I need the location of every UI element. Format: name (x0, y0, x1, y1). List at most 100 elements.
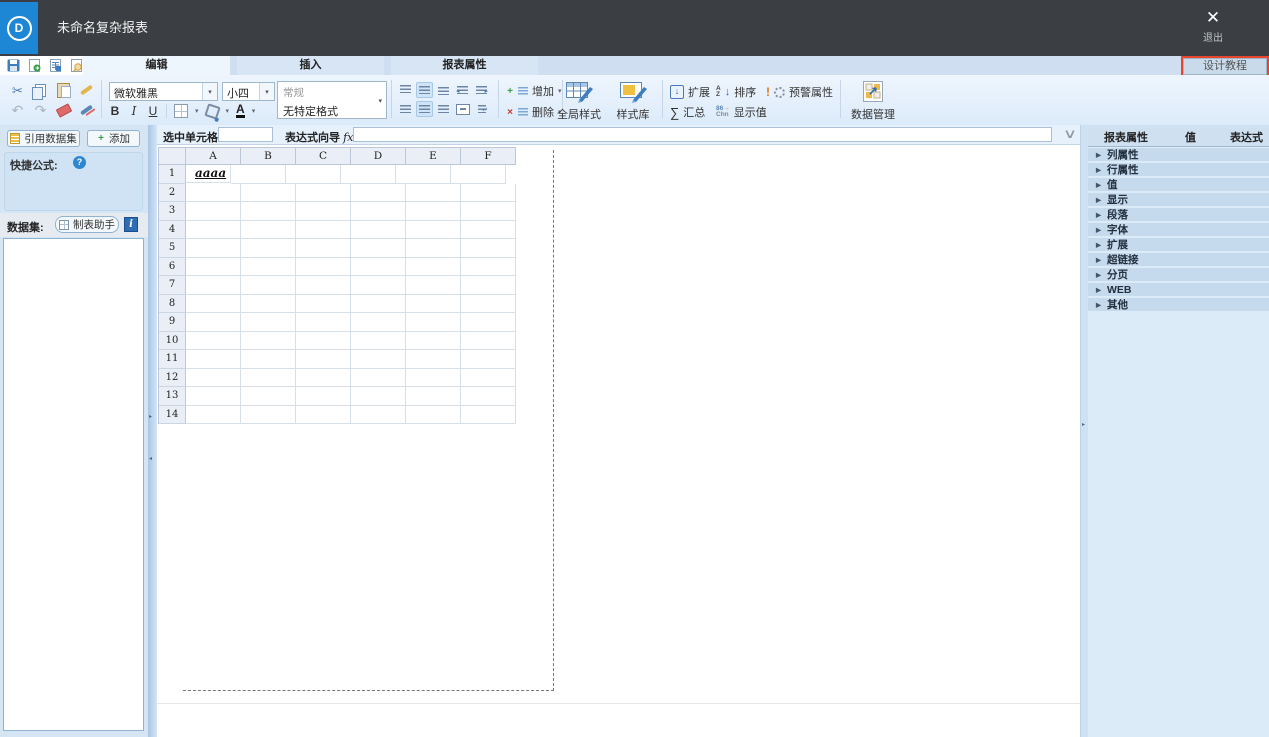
grid-cell-D14[interactable] (351, 406, 406, 425)
grid-cell-B2[interactable] (241, 184, 296, 203)
grid-row-header-7[interactable]: 7 (159, 276, 186, 295)
grid-cell-C3[interactable] (296, 202, 351, 221)
fx-icon[interactable]: fx (343, 131, 353, 144)
grid-cell-F2[interactable] (461, 184, 516, 203)
grid-cell-C5[interactable] (296, 239, 351, 258)
align-left-button[interactable] (397, 101, 414, 117)
grid-cell-F1[interactable] (451, 165, 506, 184)
grid-cell-B3[interactable] (241, 202, 296, 221)
collapse-left-arrow-icon[interactable]: ▸ (149, 413, 152, 420)
redo-icon[interactable]: ↷ (35, 103, 47, 117)
export-excel-icon[interactable] (28, 59, 41, 72)
grid-cell-C10[interactable] (296, 332, 351, 351)
grid-cell-D7[interactable] (351, 276, 406, 295)
borders-icon[interactable] (174, 104, 188, 118)
grid-cell-D3[interactable] (351, 202, 406, 221)
global-style-button[interactable]: 全局样式 (552, 79, 606, 122)
property-item-row-props[interactable]: ▶行属性 (1088, 163, 1269, 176)
grid-cell-A5[interactable] (186, 239, 241, 258)
style-library-button[interactable]: 样式库 (606, 79, 660, 122)
grid-cell-E1[interactable] (396, 165, 451, 184)
chevron-down-icon[interactable]: ▾ (259, 83, 274, 100)
grid-column-header-B[interactable]: B (241, 148, 296, 165)
grid-cell-D13[interactable] (351, 387, 406, 406)
add-dataset-button[interactable]: + 添加 (87, 130, 140, 147)
grid-cell-E4[interactable] (406, 221, 461, 240)
chevron-down-icon[interactable]: ▾ (202, 83, 217, 100)
grid-row-header-11[interactable]: 11 (159, 350, 186, 369)
grid-cell-E8[interactable] (406, 295, 461, 314)
property-item-other[interactable]: ▶其他 (1088, 298, 1269, 311)
display-value-button[interactable]: 86→ Chn 显示值 (716, 104, 767, 120)
grid-row-header-1[interactable]: 1 (159, 165, 186, 184)
tab-insert[interactable]: 插入 (237, 56, 384, 75)
cell-style-dropdown[interactable]: 常规 无特定格式 ▾ (277, 81, 387, 119)
bold-button[interactable]: B (109, 104, 121, 118)
eraser-icon[interactable] (55, 103, 72, 118)
grid-cell-F5[interactable] (461, 239, 516, 258)
wrap-text-button[interactable]: ↵ (473, 101, 490, 117)
grid-cell-F13[interactable] (461, 387, 516, 406)
property-item-display[interactable]: ▶显示 (1088, 193, 1269, 206)
grid-cell-B12[interactable] (241, 369, 296, 388)
grid-cell-F7[interactable] (461, 276, 516, 295)
collapse-right-arrow-icon[interactable]: ◂ (149, 455, 152, 462)
grid-cell-C9[interactable] (296, 313, 351, 332)
property-item-web[interactable]: ▶WEB (1088, 283, 1269, 296)
grid-cell-D2[interactable] (351, 184, 406, 203)
expression-input[interactable] (353, 127, 1052, 142)
save-icon[interactable] (7, 59, 20, 72)
grid-column-header-C[interactable]: C (296, 148, 351, 165)
grid-row-header-8[interactable]: 8 (159, 295, 186, 314)
grid-row-header-3[interactable]: 3 (159, 202, 186, 221)
chevron-down-icon[interactable]: ▾ (378, 97, 382, 105)
grid-cell-A2[interactable] (186, 184, 241, 203)
grid-corner-cell[interactable] (159, 148, 186, 165)
grid-cell-A13[interactable] (186, 387, 241, 406)
grid-cell-B4[interactable] (241, 221, 296, 240)
grid-cell-A11[interactable] (186, 350, 241, 369)
chevron-down-icon[interactable]: ▾ (226, 107, 230, 115)
grid-cell-B1[interactable] (231, 165, 286, 184)
grid-cell-C4[interactable] (296, 221, 351, 240)
grid-cell-B8[interactable] (241, 295, 296, 314)
grid-cell-C7[interactable] (296, 276, 351, 295)
grid-cell-F8[interactable] (461, 295, 516, 314)
grid-cell-E6[interactable] (406, 258, 461, 277)
grid-cell-B11[interactable] (241, 350, 296, 369)
chevron-down-icon[interactable]: ▾ (252, 107, 256, 115)
grid-row-header-9[interactable]: 9 (159, 313, 186, 332)
exit-button[interactable]: ✕ 退出 (1187, 8, 1239, 44)
tab-report-props[interactable]: 报表属性 (391, 56, 538, 75)
info-icon[interactable]: i (124, 217, 138, 232)
align-right-button[interactable] (435, 101, 452, 117)
grid-cell-C8[interactable] (296, 295, 351, 314)
grid-cell-E12[interactable] (406, 369, 461, 388)
grid-cell-E5[interactable] (406, 239, 461, 258)
collapse-panel-arrow-icon[interactable]: ▸ (1082, 421, 1085, 428)
grid-column-header-F[interactable]: F (461, 148, 516, 165)
report-canvas[interactable]: ABCDEF 1aaaa234567891011121314 (157, 146, 1080, 737)
fill-color-icon[interactable] (204, 103, 220, 119)
grid-cell-D5[interactable] (351, 239, 406, 258)
grid-row-header-13[interactable]: 13 (159, 387, 186, 406)
underline-button[interactable]: U (147, 104, 159, 118)
sort-button[interactable]: AZ ↓ 排序 (716, 84, 756, 100)
preview-icon[interactable] (70, 59, 83, 72)
valign-bottom-button[interactable] (435, 82, 452, 98)
align-center-button[interactable] (416, 101, 433, 117)
grid-cell-D10[interactable] (351, 332, 406, 351)
grid-cell-C2[interactable] (296, 184, 351, 203)
right-splitter[interactable]: ▸ (1080, 125, 1088, 737)
expand-button[interactable]: ↓ 扩展 (670, 84, 710, 100)
grid-column-header-D[interactable]: D (351, 148, 406, 165)
indent-increase-button[interactable]: ▸ (473, 82, 490, 98)
grid-cell-D1[interactable] (341, 165, 396, 184)
property-item-paragraph[interactable]: ▶段落 (1088, 208, 1269, 221)
grid-cell-D6[interactable] (351, 258, 406, 277)
warning-props-button[interactable]: ! 预警属性 (766, 84, 833, 100)
grid-cell-A6[interactable] (186, 258, 241, 277)
clear-format-icon[interactable] (80, 105, 93, 116)
grid-cell-B13[interactable] (241, 387, 296, 406)
grid-cell-E13[interactable] (406, 387, 461, 406)
